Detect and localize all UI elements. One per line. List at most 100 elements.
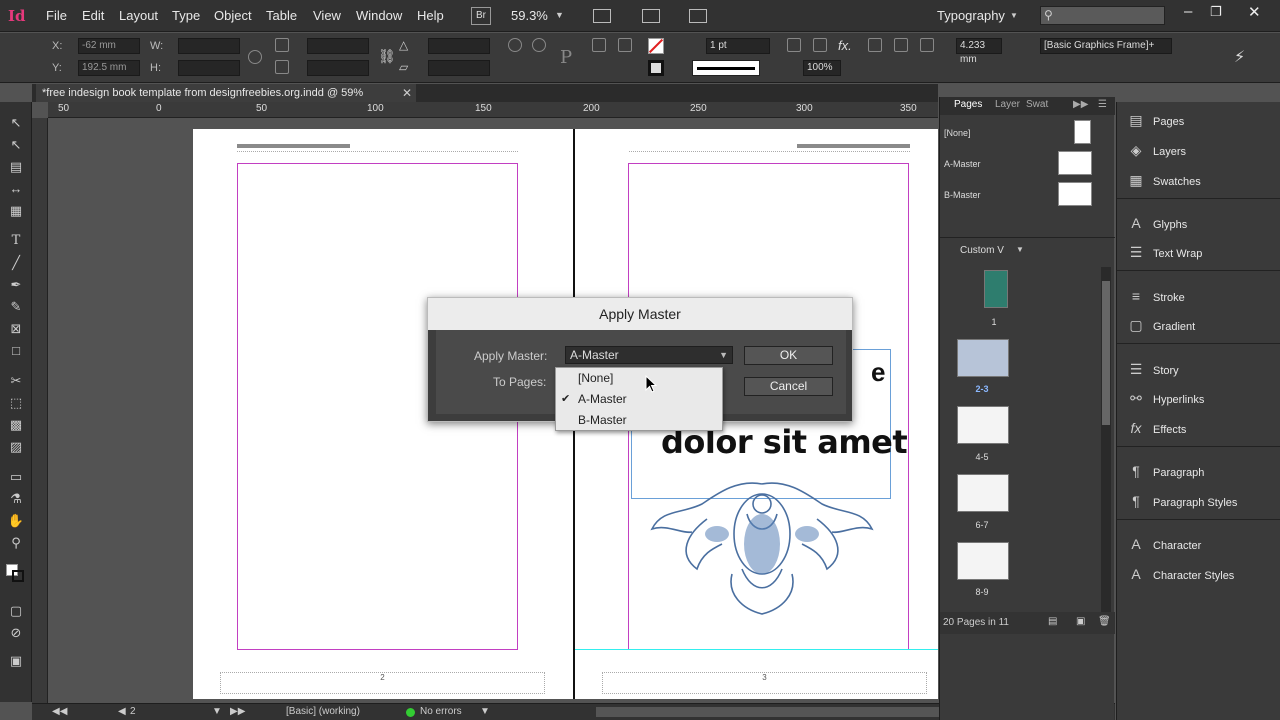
screen-mode-icon[interactable]: ▣ — [7, 652, 25, 670]
dock-hyperlinks[interactable]: ⚯ Hyperlinks — [1125, 386, 1275, 410]
align-icon[interactable] — [894, 38, 908, 52]
dock-stroke[interactable]: ≡ Stroke — [1125, 284, 1275, 308]
menu-object[interactable]: Object — [214, 8, 252, 23]
cancel-button[interactable]: Cancel — [744, 377, 833, 396]
dock-character-styles[interactable]: A Character Styles — [1125, 562, 1275, 586]
text-wrap-icon[interactable] — [868, 38, 882, 52]
dock-swatches[interactable]: ▦ Swatches — [1125, 168, 1275, 192]
gradient-swatch-tool-icon[interactable]: ▩ — [7, 416, 25, 434]
ornament-image[interactable] — [647, 474, 877, 619]
master-none[interactable]: [None] — [944, 128, 971, 138]
menu-type[interactable]: Type — [172, 8, 200, 23]
line-tool-icon[interactable]: ╱ — [7, 254, 25, 272]
close-icon[interactable]: ✕ — [1248, 3, 1261, 21]
dock-pages[interactable]: ▤ Pages — [1125, 108, 1275, 132]
menu-edit[interactable]: Edit — [82, 8, 104, 23]
edit-page-size-icon[interactable]: ▤ — [1048, 616, 1057, 627]
type-tool-icon[interactable]: T — [7, 232, 25, 250]
minimize-icon[interactable]: – — [1184, 3, 1192, 20]
view-options-icon[interactable] — [593, 9, 611, 23]
apply-master-select[interactable]: A-Master ▼ — [565, 346, 733, 364]
rectangle-tool-icon[interactable]: □ — [7, 342, 25, 360]
x-field[interactable]: -62 mm — [78, 38, 140, 54]
restore-icon[interactable]: ❐ — [1210, 4, 1222, 20]
eyedropper-tool-icon[interactable]: ⚗ — [7, 490, 25, 508]
pen-tool-icon[interactable]: ✒ — [7, 276, 25, 294]
flip-icon[interactable]: P — [560, 47, 572, 68]
dock-effects[interactable]: fx Effects — [1125, 416, 1275, 440]
delete-page-icon[interactable]: 🗑 — [1098, 616, 1111, 627]
dock-layers[interactable]: ◈ Layers — [1125, 138, 1275, 162]
menu-window[interactable]: Window — [356, 8, 402, 23]
page-thumbnail-6-7[interactable] — [957, 474, 1009, 512]
pencil-tool-icon[interactable]: ✎ — [7, 298, 25, 316]
menu-file[interactable]: File — [46, 8, 67, 23]
opacity-field[interactable]: 100% — [803, 60, 841, 76]
option-a-master[interactable]: ✔ A-Master — [556, 389, 722, 410]
select-container-icon[interactable] — [592, 38, 606, 52]
scissors-tool-icon[interactable]: ✂ — [7, 372, 25, 390]
option-none[interactable]: [None] — [556, 368, 722, 389]
master-none-thumbnail[interactable] — [1074, 120, 1091, 144]
horizontal-scrollbar[interactable] — [596, 707, 972, 717]
title-text-fragment[interactable]: e — [871, 357, 885, 388]
menu-view[interactable]: View — [313, 8, 341, 23]
select-content-icon[interactable] — [618, 38, 632, 52]
page-number-field[interactable]: 2 — [130, 706, 136, 717]
dock-paragraph[interactable]: ¶ Paragraph — [1125, 459, 1275, 483]
rotate-angle-field[interactable] — [428, 38, 490, 54]
dock-story[interactable]: ☰ Story — [1125, 357, 1275, 381]
horizontal-ruler[interactable]: 50 0 50 100 150 200 250 300 350 — [48, 102, 938, 118]
preflight-chevron-icon[interactable]: ▼ — [480, 706, 490, 717]
frame-fitting-icon[interactable] — [813, 38, 827, 52]
preflight-status[interactable]: No errors — [420, 706, 462, 717]
dock-gradient[interactable]: ▢ Gradient — [1125, 313, 1275, 337]
master-b[interactable]: B-Master — [944, 190, 981, 200]
pages-scrollbar[interactable] — [1101, 267, 1111, 612]
page-thumbnail-8-9[interactable] — [957, 542, 1009, 580]
master-a-thumbnail[interactable] — [1058, 151, 1092, 175]
gradient-feather-tool-icon[interactable]: ▨ — [7, 438, 25, 456]
dock-glyphs[interactable]: A Glyphs — [1125, 211, 1275, 235]
free-transform-tool-icon[interactable]: ⬚ — [7, 394, 25, 412]
option-b-master[interactable]: B-Master — [556, 410, 722, 431]
first-spread-icon[interactable]: ◀◀ — [52, 706, 67, 717]
tab-layers[interactable]: Layer — [995, 99, 1020, 110]
dock-text-wrap[interactable]: ☰ Text Wrap — [1125, 240, 1275, 264]
h-field[interactable] — [178, 60, 240, 76]
w-field[interactable] — [178, 38, 240, 54]
bridge-button[interactable]: Br — [471, 7, 491, 25]
stroke-swatch-icon[interactable] — [648, 60, 664, 76]
gap-tool-icon[interactable]: ↔ — [7, 180, 25, 198]
stroke-weight-field[interactable]: 1 pt — [706, 38, 770, 54]
effects-fx-icon[interactable]: fx. — [838, 38, 852, 53]
scrollbar-thumb[interactable] — [1102, 281, 1110, 425]
menu-layout[interactable]: Layout — [119, 8, 158, 23]
shear-angle-field[interactable] — [428, 60, 490, 76]
stroke-icon[interactable] — [12, 570, 24, 582]
panel-menu-icon[interactable]: ☰ — [1098, 99, 1107, 110]
page-thumbnail-1[interactable] — [984, 270, 1008, 308]
dock-paragraph-styles[interactable]: ¶ Paragraph Styles — [1125, 489, 1275, 513]
next-page-icon[interactable]: ▶▶ — [230, 706, 245, 717]
view-chevron-icon[interactable]: ▼ — [1016, 245, 1024, 254]
tab-swatches[interactable]: Swat — [1026, 99, 1048, 110]
prev-page-icon[interactable]: ◀ — [118, 706, 126, 717]
close-tab-icon[interactable]: ✕ — [402, 86, 412, 100]
workspace-chevron-icon[interactable]: ▼ — [1010, 11, 1018, 20]
selection-tool-icon[interactable]: ↖ — [7, 114, 25, 132]
hand-tool-icon[interactable]: ✋ — [7, 512, 25, 530]
fitting-icon[interactable] — [787, 38, 801, 52]
note-tool-icon[interactable]: ▭ — [7, 468, 25, 486]
apply-none-icon[interactable]: ⊘ — [7, 624, 25, 642]
menu-table[interactable]: Table — [266, 8, 297, 23]
content-collector-icon[interactable]: ▦ — [7, 202, 25, 220]
formatting-affects-container-icon[interactable]: ▢ — [7, 602, 25, 620]
direct-selection-tool-icon[interactable]: ↖ — [7, 136, 25, 154]
scale-y-field[interactable] — [307, 60, 369, 76]
document-tab[interactable]: *free indesign book template from design… — [36, 84, 416, 102]
panel-collapse-icon[interactable]: ▶▶ — [1073, 99, 1088, 110]
new-page-icon[interactable]: ▣ — [1076, 616, 1085, 627]
page-chevron-icon[interactable]: ▼ — [212, 706, 222, 717]
stroke-type-select[interactable] — [692, 60, 760, 76]
